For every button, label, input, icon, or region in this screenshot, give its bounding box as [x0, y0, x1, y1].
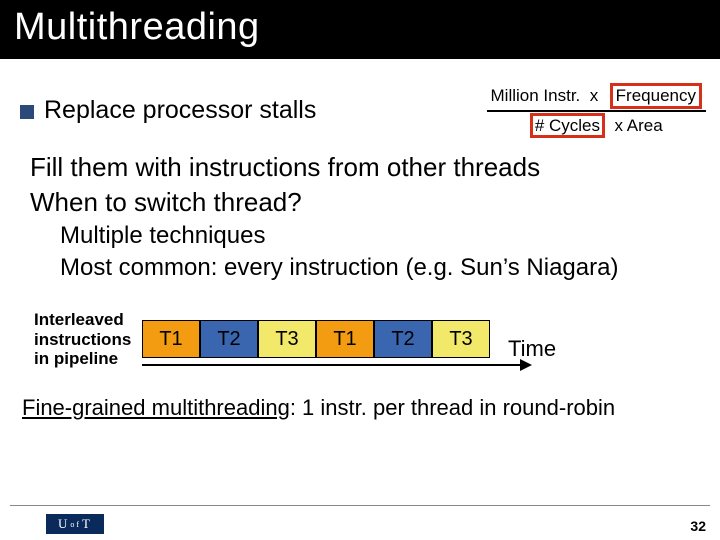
den-times-area: x Area — [614, 116, 662, 135]
row-main-bullet: Replace processor stalls Million Instr. … — [20, 83, 712, 138]
logo-t: T — [82, 516, 92, 532]
formula-denominator: # Cycles x Area — [487, 112, 706, 139]
pipeline-label: Interleaved instructions in pipeline — [34, 310, 142, 369]
pipe-box: T3 — [258, 320, 316, 358]
num-million-instr: Million Instr. — [491, 86, 581, 105]
pipeline-diagram: Interleaved instructions in pipeline T1 … — [34, 310, 712, 369]
logo-of: of — [70, 520, 81, 529]
bullet1-text: Replace processor stalls — [44, 96, 316, 124]
slide-content: Replace processor stalls Million Instr. … — [0, 59, 720, 421]
bullet-fill-instructions: Fill them with instructions from other t… — [24, 152, 712, 185]
pipeline-boxes: T1 T2 T3 T1 T2 T3 — [142, 320, 490, 358]
logo-u: U — [58, 516, 69, 532]
num-times: x — [590, 86, 599, 105]
pipe-label-l1: Interleaved — [34, 310, 142, 330]
uoft-logo: UofT — [46, 514, 104, 534]
pipe-box: T3 — [432, 320, 490, 358]
pipe-box: T2 — [200, 320, 258, 358]
fine-grained-rest: : 1 instr. per thread in round-robin — [290, 395, 615, 420]
page-number: 32 — [690, 518, 706, 534]
fine-grained-underlined: Fine-grained multithreading — [22, 395, 290, 420]
slide-title: Multithreading — [14, 6, 706, 49]
mips-formula: Million Instr. x Frequency # Cycles x Ar… — [487, 83, 706, 138]
bullet-replace-stalls: Replace processor stalls — [20, 96, 316, 125]
bullet-when-switch: When to switch thread? — [24, 187, 712, 220]
formula-numerator: Million Instr. x Frequency — [487, 83, 706, 112]
bullet-multiple-techniques: Multiple techniques — [54, 222, 712, 252]
den-cycles: # Cycles — [535, 116, 600, 135]
highlight-frequency: Frequency — [610, 83, 702, 109]
lvl2b-text: When to switch thread? — [30, 187, 302, 217]
time-label: Time — [508, 336, 556, 362]
footer-divider — [10, 505, 710, 506]
time-arrow-icon — [142, 364, 530, 366]
slide: Multithreading Replace processor stalls … — [0, 0, 720, 540]
fine-grained-line: Fine-grained multithreading: 1 instr. pe… — [22, 395, 712, 421]
bullet-most-common: Most common: every instruction (e.g. Sun… — [54, 254, 712, 284]
pipe-box: T2 — [374, 320, 432, 358]
num-frequency: Frequency — [616, 86, 696, 105]
pipe-box: T1 — [142, 320, 200, 358]
pipe-label-l2: instructions — [34, 330, 142, 350]
title-bar: Multithreading — [0, 0, 720, 59]
pipe-label-l3: in pipeline — [34, 349, 142, 369]
lvl2a-text: Fill them with instructions from other t… — [30, 152, 540, 182]
lvl3a-text: Multiple techniques — [60, 222, 265, 249]
lvl3b-text: Most common: every instruction (e.g. Sun… — [60, 254, 618, 281]
highlight-cycles: # Cycles — [530, 113, 605, 139]
square-bullet-icon — [20, 105, 34, 119]
pipe-box: T1 — [316, 320, 374, 358]
